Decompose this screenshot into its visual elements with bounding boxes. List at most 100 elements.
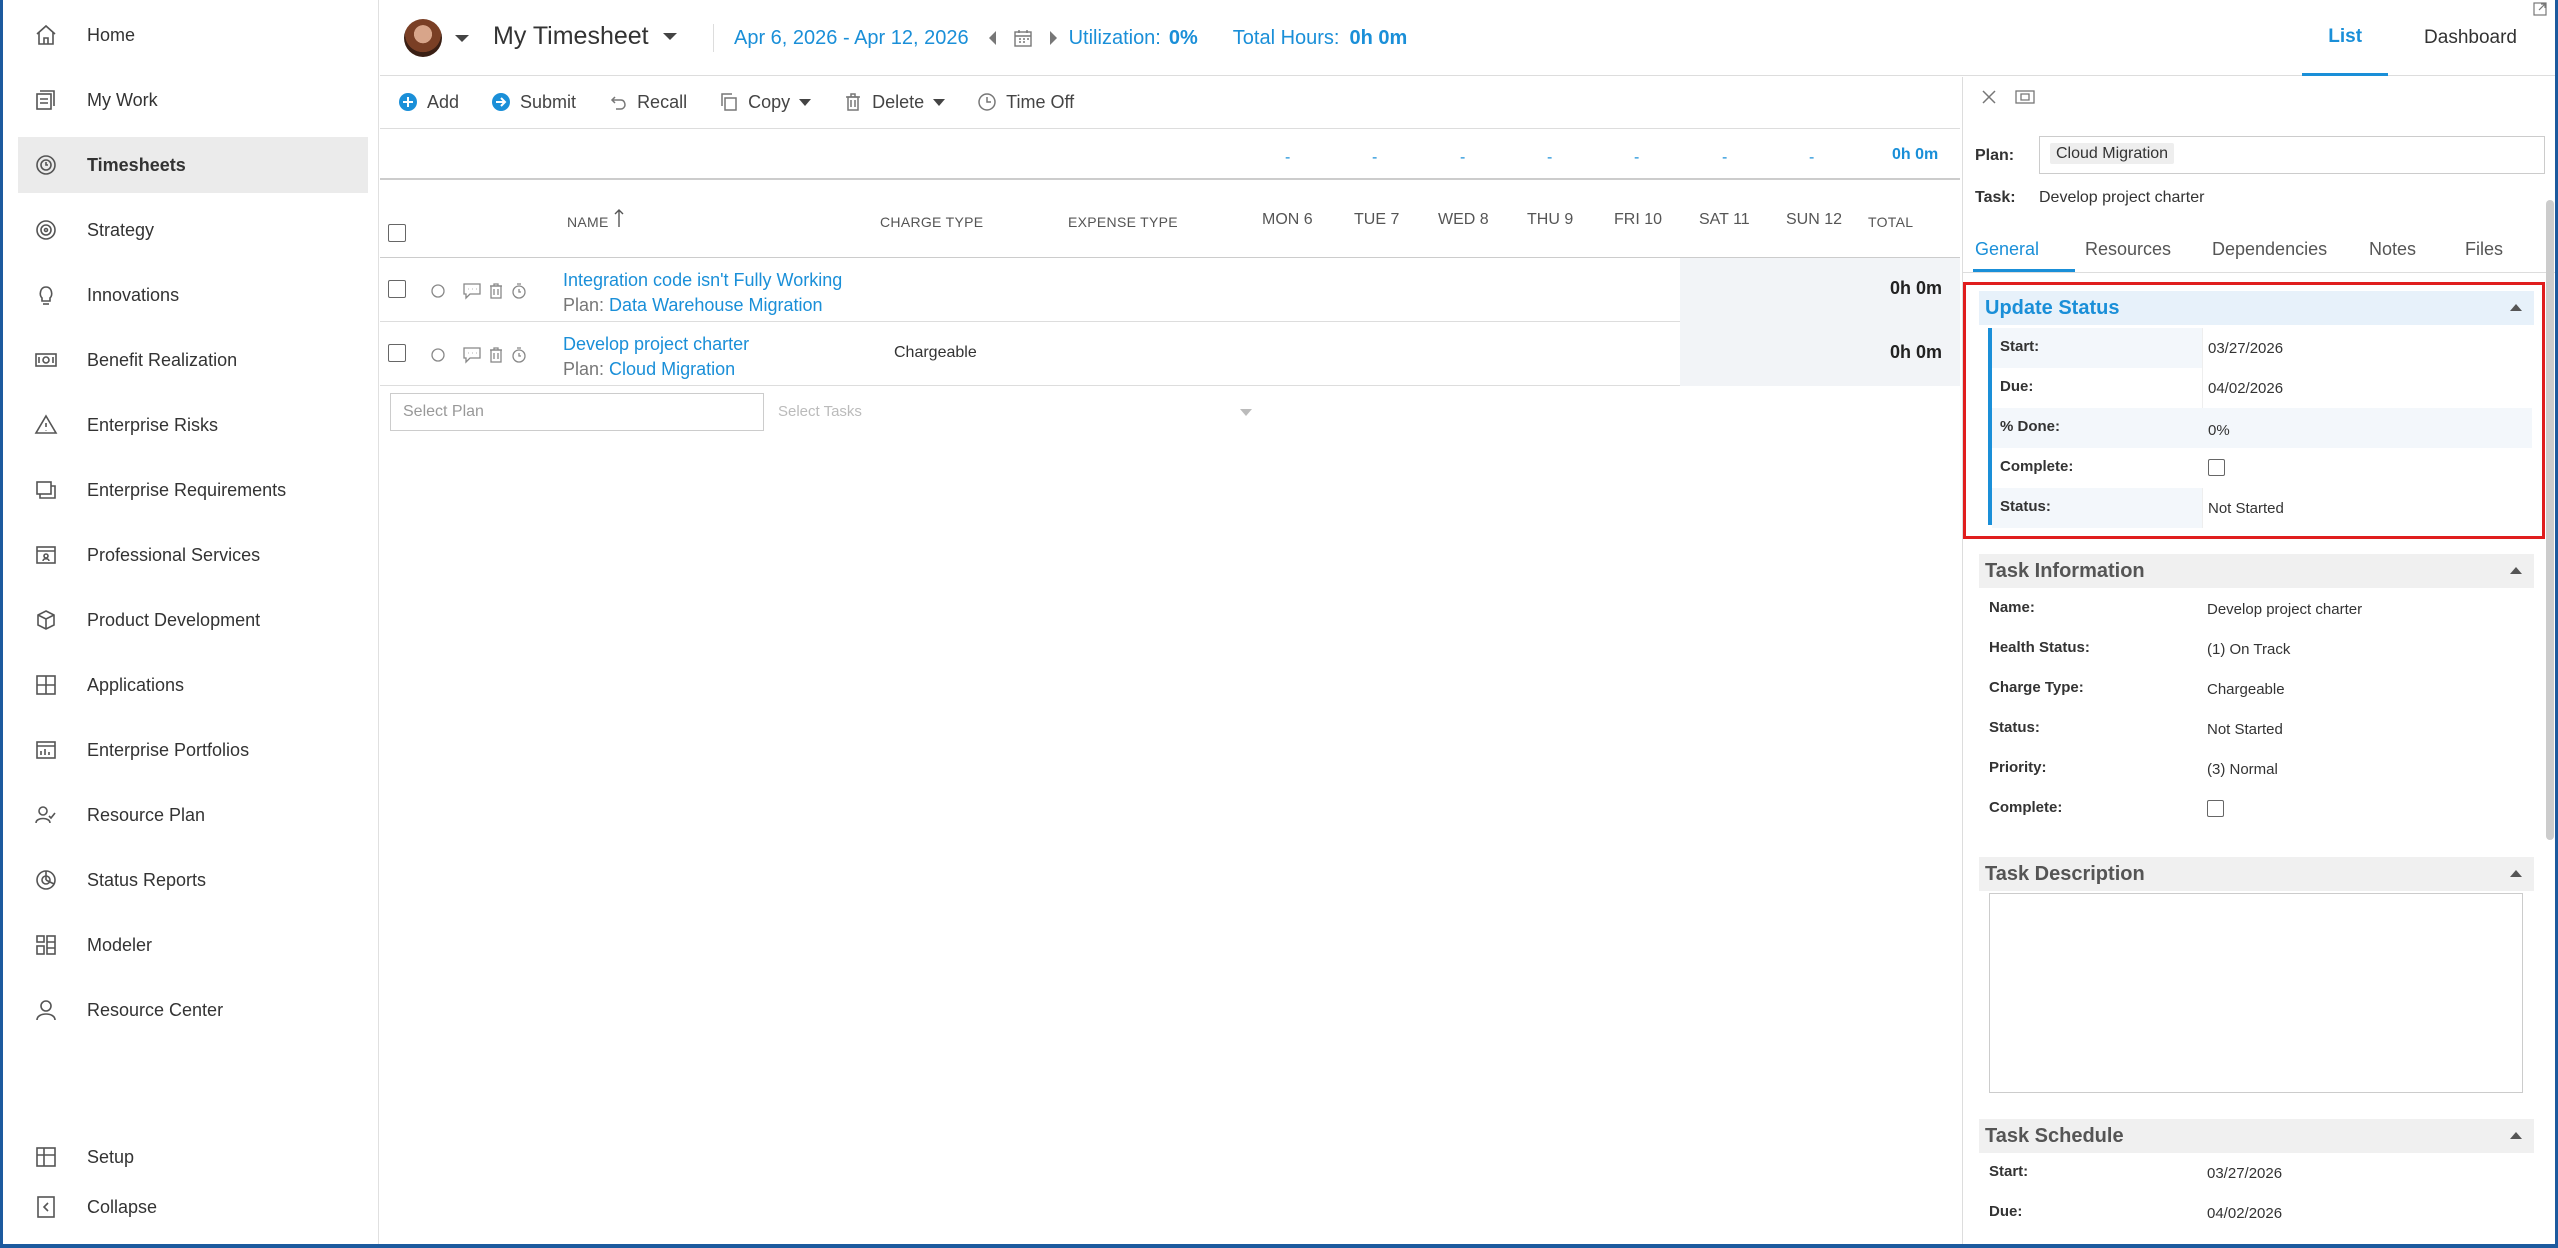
comment-icon[interactable] (462, 346, 482, 364)
row-actions (430, 282, 528, 300)
add-button[interactable]: Add (398, 92, 459, 113)
copy-button[interactable]: Copy (719, 92, 812, 113)
task-schedule-header[interactable]: Task Schedule (1979, 1119, 2534, 1153)
services-icon (31, 540, 61, 570)
column-header-day: SAT 11 (1699, 211, 1750, 228)
column-header-expense-type[interactable]: EXPENSE TYPE (1068, 214, 1178, 230)
sidebar-item-status-reports[interactable]: Status Reports (18, 852, 368, 908)
select-tasks-dropdown[interactable]: Select Tasks (778, 403, 862, 420)
update-status-header[interactable]: Update Status (1979, 291, 2534, 325)
column-header-day: FRI 10 (1614, 211, 1663, 228)
sidebar-item-enterprise-requirements[interactable]: Enterprise Requirements (18, 462, 368, 518)
sidebar-item-my-work[interactable]: My Work (18, 72, 368, 128)
collapse-up-icon[interactable] (2510, 567, 2522, 574)
select-all-checkbox[interactable] (388, 224, 406, 242)
plan-label: Plan: (1975, 147, 2015, 164)
page-title-dropdown[interactable]: My Timesheet (493, 22, 677, 51)
delete-button[interactable]: Delete (843, 92, 946, 113)
chevron-down-icon[interactable] (1240, 409, 1252, 416)
column-header-day: TUE 7 (1354, 211, 1400, 228)
tab-dashboard[interactable]: Dashboard (2398, 0, 2555, 76)
strategy-icon (31, 215, 61, 245)
select-plan-dropdown[interactable]: Select Plan (390, 393, 764, 431)
previous-week-icon[interactable] (988, 31, 996, 45)
tab-general[interactable]: General (1975, 239, 2039, 260)
time-off-button[interactable]: Time Off (977, 92, 1074, 113)
sidebar-item-label: Modeler (87, 934, 153, 955)
sidebar-item-timesheets[interactable]: Timesheets (18, 137, 368, 193)
calendar-icon[interactable] (1013, 29, 1032, 47)
submit-button[interactable]: Submit (491, 92, 576, 113)
sidebar-item-enterprise-portfolios[interactable]: Enterprise Portfolios (18, 722, 368, 778)
tab-notes[interactable]: Notes (2369, 239, 2416, 260)
task-link[interactable]: Develop project charter (563, 334, 749, 355)
row-checkbox[interactable] (388, 344, 406, 362)
table-row[interactable]: Develop project charter Plan: Cloud Migr… (380, 322, 1960, 386)
timer-icon[interactable] (510, 282, 528, 300)
sidebar-item-label: Innovations (87, 284, 180, 305)
row-checkbox[interactable] (388, 280, 406, 298)
plan-link[interactable]: Cloud Migration (609, 359, 735, 379)
expand-icon[interactable] (2533, 2, 2547, 16)
sidebar-item-enterprise-risks[interactable]: Enterprise Risks (18, 397, 368, 453)
task-link[interactable]: Integration code isn't Fully Working (563, 270, 842, 291)
table-row[interactable]: Integration code isn't Fully Working Pla… (380, 258, 1960, 322)
collapse-up-icon[interactable] (2510, 304, 2522, 311)
active-tab-indicator (1973, 269, 2075, 272)
timer-icon[interactable] (510, 346, 528, 364)
tab-list[interactable]: List (2302, 0, 2389, 76)
sidebar-item-resource-center[interactable]: Resource Center (18, 982, 368, 1038)
row-plan: Plan: Cloud Migration (563, 359, 735, 380)
sidebar-item-label: Strategy (87, 219, 155, 240)
column-header-day: THU 9 (1527, 211, 1574, 228)
status-label: Status: (2000, 498, 2051, 515)
panel-scrollbar[interactable] (2546, 200, 2554, 840)
trash-icon[interactable] (488, 282, 504, 300)
sidebar-item-strategy[interactable]: Strategy (18, 202, 368, 258)
popout-icon[interactable] (2015, 90, 2035, 104)
sidebar-item-applications[interactable]: Applications (18, 657, 368, 713)
chevron-down-icon[interactable] (455, 35, 469, 42)
task-information-header[interactable]: Task Information (1979, 554, 2534, 588)
sidebar-item-label: Applications (87, 674, 185, 695)
sidebar-item-setup[interactable]: Setup (18, 1129, 368, 1185)
date-range[interactable]: Apr 6, 2026 - Apr 12, 2026 (734, 27, 969, 50)
column-header-name[interactable]: NAME (567, 214, 609, 230)
close-icon[interactable] (1981, 89, 1997, 105)
sidebar-collapse-button[interactable]: Collapse (18, 1179, 368, 1235)
sidebar-item-product-development[interactable]: Product Development (18, 592, 368, 648)
sidebar-item-professional-services[interactable]: Professional Services (18, 527, 368, 583)
status-circle-icon[interactable] (430, 283, 446, 299)
charge-type-cell[interactable]: Chargeable (894, 344, 977, 362)
recall-button[interactable]: Recall (608, 92, 687, 113)
percent-done-label: % Done: (2000, 418, 2060, 435)
tab-files[interactable]: Files (2465, 239, 2503, 260)
sidebar-item-home[interactable]: Home (18, 7, 368, 63)
plan-link[interactable]: Data Warehouse Migration (609, 295, 822, 315)
trash-icon[interactable] (488, 346, 504, 364)
status-circle-icon[interactable] (430, 347, 446, 363)
sort-ascending-icon[interactable] (614, 208, 624, 228)
comment-icon[interactable] (462, 282, 482, 300)
tab-resources[interactable]: Resources (2085, 239, 2171, 260)
priority-label: Priority: (1989, 759, 2047, 776)
day-total: - (1809, 149, 1815, 166)
charge-type-label: Charge Type: (1989, 679, 2084, 696)
plan-field[interactable]: Cloud Migration (2039, 136, 2545, 174)
sidebar-item-resource-plan[interactable]: Resource Plan (18, 787, 368, 843)
avatar[interactable] (404, 19, 442, 57)
tab-dependencies[interactable]: Dependencies (2212, 239, 2327, 260)
task-description-header[interactable]: Task Description (1979, 857, 2534, 891)
complete-checkbox[interactable] (2208, 459, 2225, 476)
task-description-textarea[interactable] (1989, 893, 2523, 1093)
home-icon (31, 20, 61, 50)
sidebar-item-benefit-realization[interactable]: Benefit Realization (18, 332, 368, 388)
sidebar-item-modeler[interactable]: Modeler (18, 917, 368, 973)
column-header-charge-type[interactable]: CHARGE TYPE (880, 214, 983, 230)
sidebar-item-innovations[interactable]: Innovations (18, 267, 368, 323)
next-week-icon[interactable] (1049, 31, 1057, 45)
task-information-title: Task Information (1985, 559, 2145, 582)
day-total: - (1634, 149, 1640, 166)
collapse-up-icon[interactable] (2510, 870, 2522, 877)
collapse-up-icon[interactable] (2510, 1132, 2522, 1139)
